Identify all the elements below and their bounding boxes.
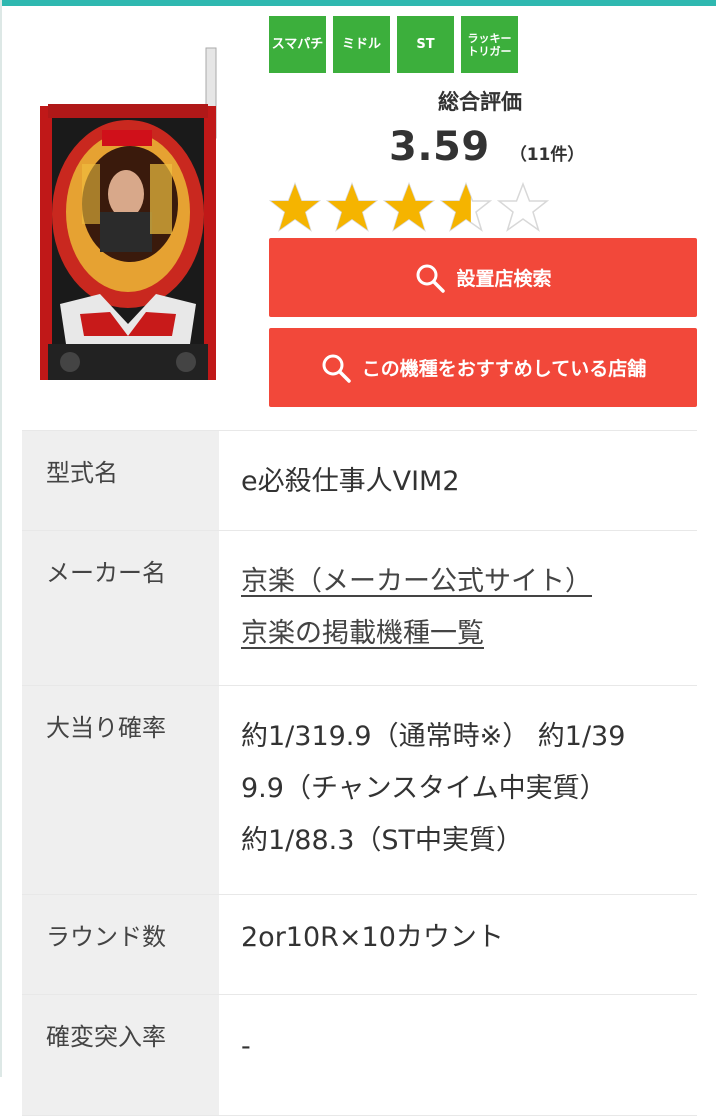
search-icon xyxy=(416,264,446,293)
star-icon xyxy=(382,182,436,232)
search-icon xyxy=(322,354,351,383)
spec-value-maker: 京楽（メーカー公式サイト） 京楽の掲載機種一覧 xyxy=(219,531,697,685)
spec-row-rounds: ラウンド数 2or10R×10カウント xyxy=(22,895,697,995)
spec-row-probability: 大当り確率 約1/319.9（通常時※） 約1/39 9.9（チャンスタイム中実… xyxy=(22,686,697,895)
probability-line-2: 9.9（チャンスタイム中実質） xyxy=(241,773,607,804)
star-icon xyxy=(439,182,493,232)
tag-smapachi[interactable]: スマパチ xyxy=(269,16,326,73)
maker-machine-list-link[interactable]: 京楽の掲載機種一覧 xyxy=(241,618,484,649)
tag-st[interactable]: ST xyxy=(397,16,454,73)
search-store-button[interactable]: 設置店検索 xyxy=(269,238,697,317)
spec-table: 型式名 e必殺仕事人VIM2 メーカー名 京楽（メーカー公式サイト） 京楽の掲載… xyxy=(22,430,697,1116)
spec-row-model: 型式名 e必殺仕事人VIM2 xyxy=(22,431,697,531)
spec-label-kakuhen: 確変突入率 xyxy=(22,995,219,1115)
spec-label-maker: メーカー名 xyxy=(22,531,219,685)
probability-line-3: 約1/88.3（ST中実質） xyxy=(241,825,524,856)
star-icon xyxy=(496,182,550,232)
search-store-label: 設置店検索 xyxy=(456,268,552,290)
recommend-store-button[interactable]: この機種をおすすめしている店舗 xyxy=(269,328,697,407)
probability-line-1: 約1/319.9（通常時※） 約1/39 xyxy=(241,721,626,752)
maker-official-link[interactable]: 京楽（メーカー公式サイト） xyxy=(241,566,592,597)
tag-middle[interactable]: ミドル xyxy=(333,16,390,73)
spec-value-model: e必殺仕事人VIM2 xyxy=(241,466,460,497)
spec-label-probability: 大当り確率 xyxy=(22,686,219,894)
star-icon xyxy=(268,182,322,232)
spec-row-maker: メーカー名 京楽（メーカー公式サイト） 京楽の掲載機種一覧 xyxy=(22,531,697,686)
spec-value-rounds: 2or10R×10カウント xyxy=(241,922,504,953)
recommend-store-label: この機種をおすすめしている店舗 xyxy=(361,358,647,380)
machine-image[interactable] xyxy=(40,44,220,380)
tag-lucky-trigger[interactable]: ラッキートリガー xyxy=(461,16,518,73)
rating-title: 総合評価 xyxy=(438,90,522,114)
tag-list: スマパチ ミドル ST ラッキートリガー xyxy=(269,16,518,73)
spec-label-rounds: ラウンド数 xyxy=(22,895,219,994)
spec-value-probability: 約1/319.9（通常時※） 約1/39 9.9（チャンスタイム中実質） 約1/… xyxy=(219,686,697,894)
left-border xyxy=(0,0,2,1077)
rating-score-row: 3.59 （11件） xyxy=(389,124,584,170)
rating-count: （11件） xyxy=(509,145,585,165)
top-accent-bar xyxy=(0,0,716,6)
spec-value-kakuhen: - xyxy=(241,1031,251,1062)
spec-label-model: 型式名 xyxy=(22,431,219,530)
tag-lucky-trigger-label: ラッキートリガー xyxy=(467,31,512,58)
star-icon xyxy=(325,182,379,232)
rating-score: 3.59 xyxy=(389,124,490,170)
rating-stars xyxy=(268,182,550,234)
spec-row-kakuhen: 確変突入率 - xyxy=(22,995,697,1116)
